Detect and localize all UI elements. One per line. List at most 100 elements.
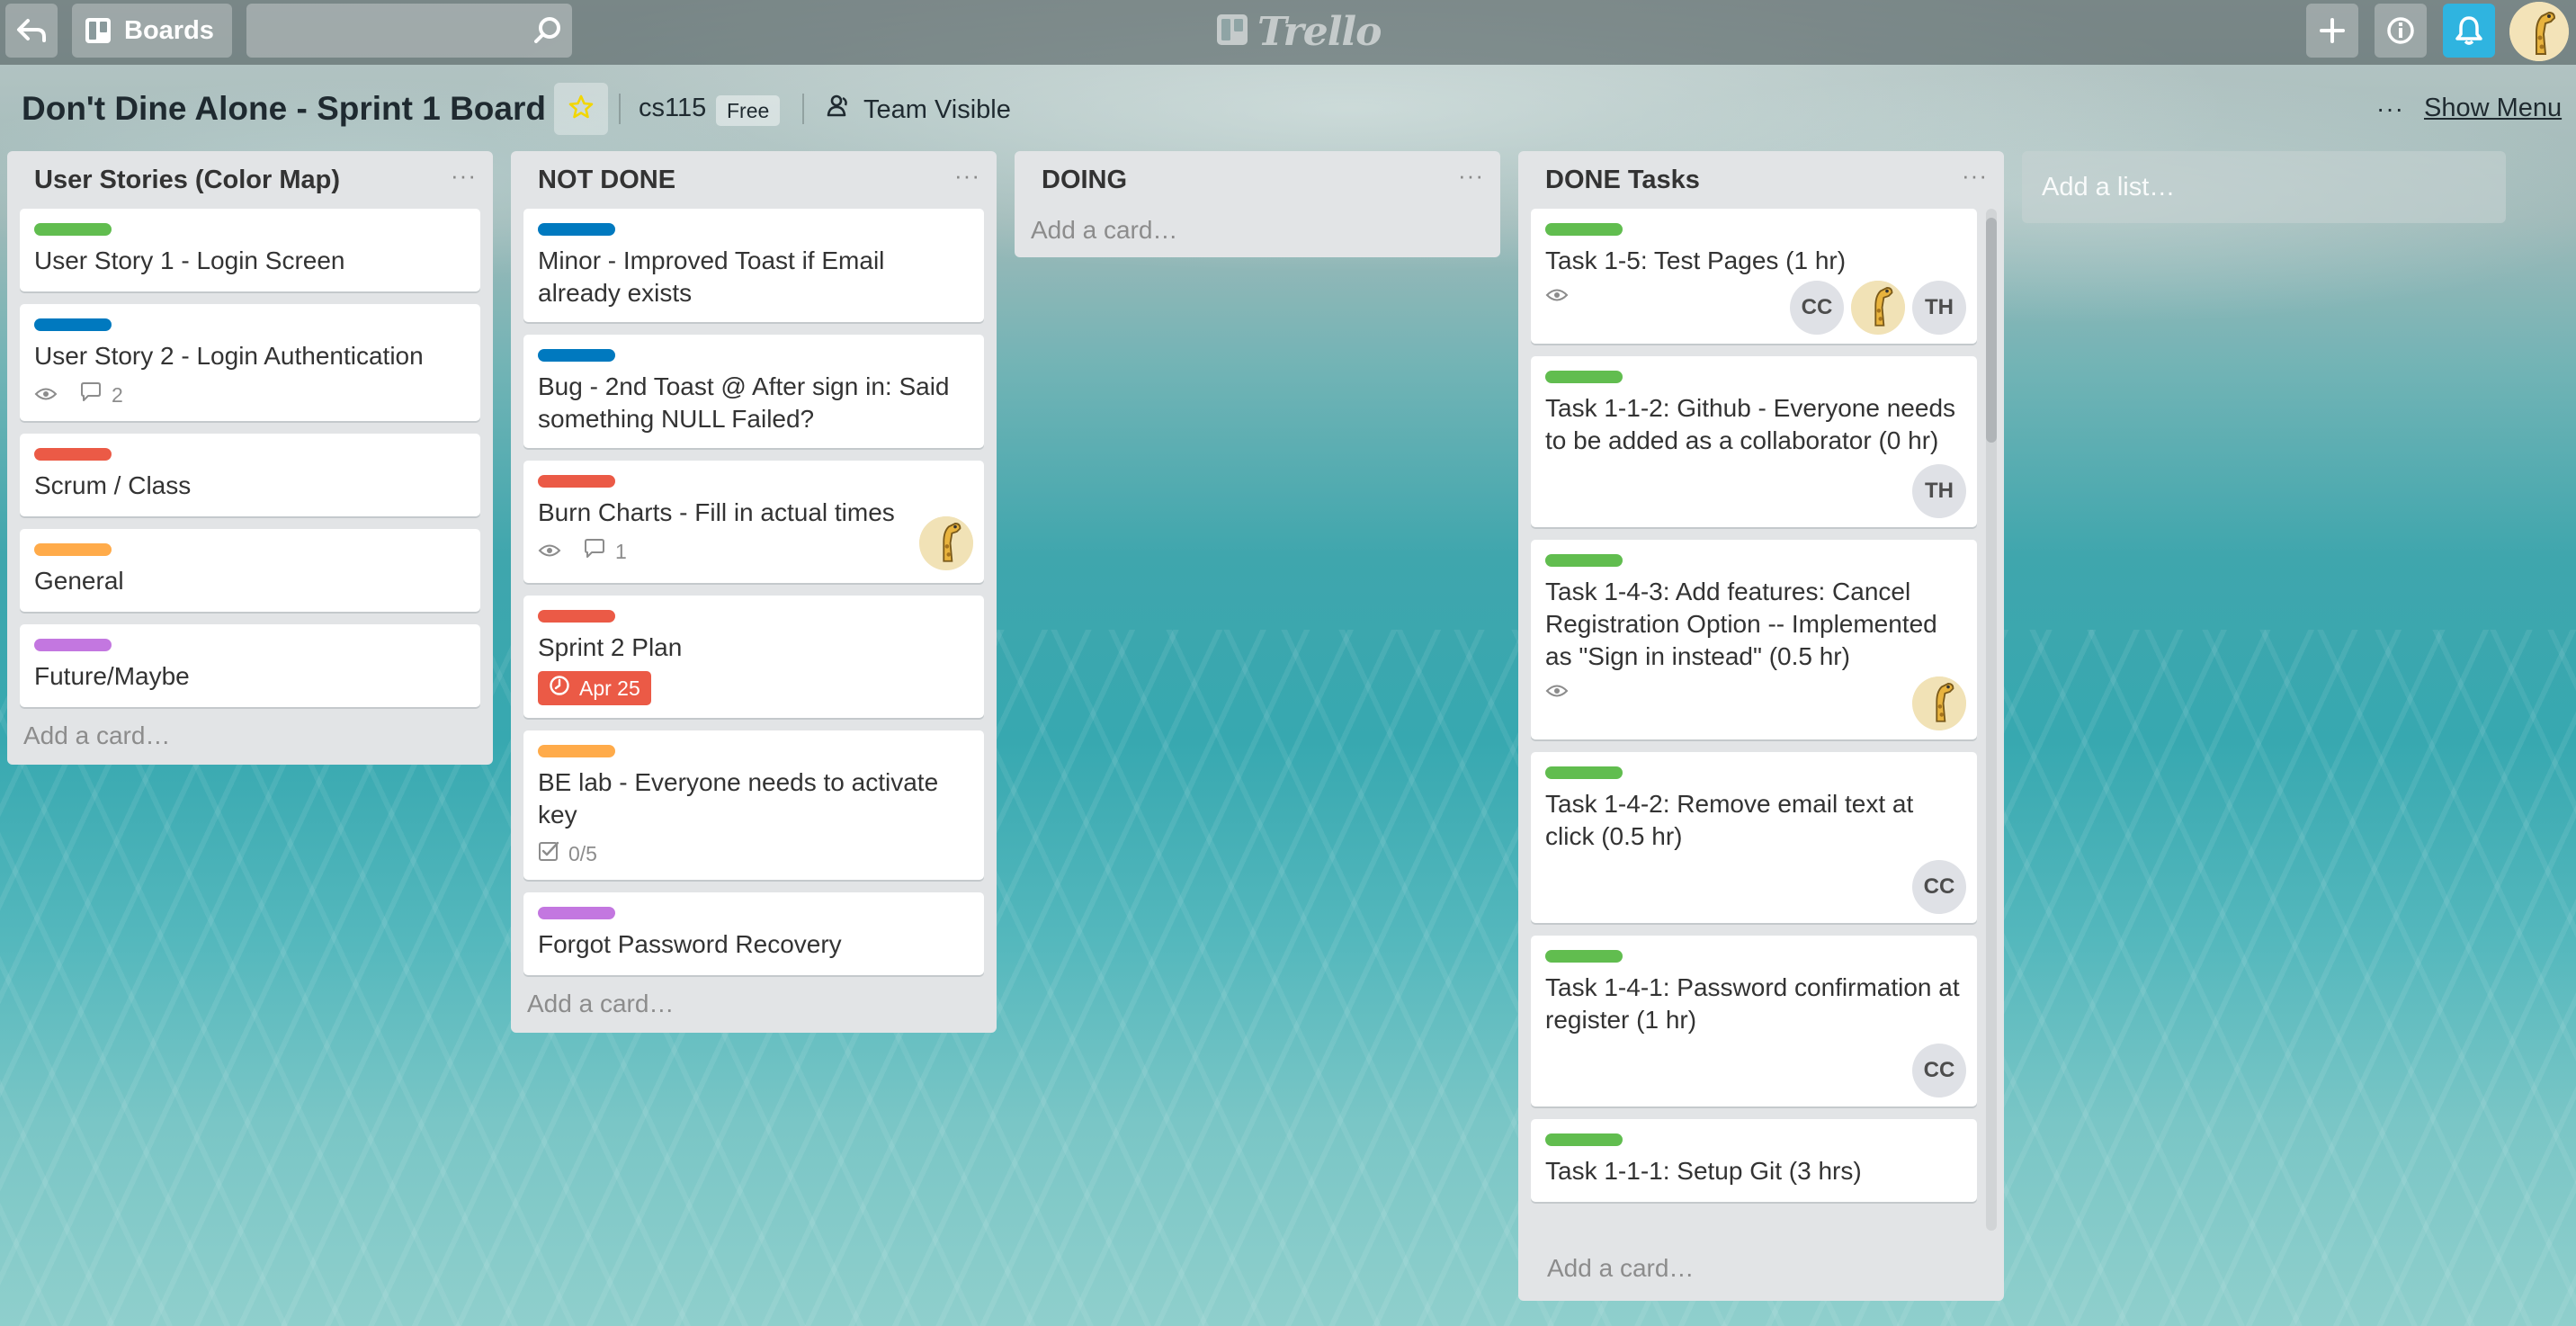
card-label-blue: [538, 223, 615, 236]
card[interactable]: User Story 1 - Login Screen: [20, 209, 480, 291]
card[interactable]: Forgot Password Recovery: [523, 892, 984, 975]
card[interactable]: Task 1-1-2: Github - Everyone needs to b…: [1531, 356, 1977, 527]
card-label-red: [34, 448, 112, 461]
search-icon[interactable]: [532, 15, 563, 46]
list-menu-icon[interactable]: ···: [954, 162, 980, 199]
card[interactable]: Task 1-4-2: Remove email text at click (…: [1531, 752, 1977, 923]
card-title: Bug - 2nd Toast @ After sign in: Said so…: [538, 372, 950, 433]
card[interactable]: General: [20, 529, 480, 612]
card-title: Sprint 2 Plan: [538, 633, 683, 661]
due-date-badge[interactable]: Apr 25: [538, 671, 651, 705]
list-title[interactable]: DOING: [1042, 166, 1127, 195]
member-avatar[interactable]: CC: [1790, 281, 1844, 335]
list-title[interactable]: DONE Tasks: [1545, 166, 1700, 195]
watch-badge: [1545, 680, 1569, 704]
card[interactable]: Scrum / Class: [20, 434, 480, 516]
back-button[interactable]: [5, 4, 58, 58]
member-avatar[interactable]: TH: [1912, 281, 1966, 335]
eye-icon: [1545, 284, 1569, 309]
card-label-green: [34, 223, 112, 236]
member-avatar[interactable]: [1912, 676, 1966, 730]
notifications-button[interactable]: [2443, 4, 2495, 58]
card-title: Task 1-1-1: Setup Git (3 hrs): [1545, 1157, 1862, 1185]
list-menu-icon[interactable]: ···: [1962, 162, 1988, 199]
card[interactable]: Task 1-4-1: Password confirmation at reg…: [1531, 936, 1977, 1106]
list-doing: DOING ··· Add a card…: [1015, 151, 1500, 257]
back-arrow-icon: [15, 17, 48, 44]
list-menu-icon[interactable]: ···: [1458, 162, 1484, 199]
visibility-button[interactable]: Team Visible: [826, 94, 1011, 126]
card[interactable]: Future/Maybe: [20, 624, 480, 707]
show-menu-button[interactable]: ··· Show Menu: [2376, 94, 2562, 123]
add-card-button[interactable]: Add a card…: [523, 975, 984, 1033]
card[interactable]: Bug - 2nd Toast @ After sign in: Said so…: [523, 335, 984, 448]
checklist-icon: [538, 840, 559, 867]
list-scrollbar[interactable]: [1986, 209, 1997, 1231]
member-avatar[interactable]: [1851, 281, 1905, 335]
board-title[interactable]: Don't Dine Alone - Sprint 1 Board: [22, 90, 546, 128]
card-label-green: [1545, 371, 1623, 383]
bell-icon: [2455, 15, 2483, 46]
team-visible-icon: [826, 94, 851, 126]
add-card-button[interactable]: Add a card…: [1531, 1238, 2004, 1299]
card[interactable]: Minor - Improved Toast if Email already …: [523, 209, 984, 322]
list-menu-icon[interactable]: ···: [451, 162, 477, 199]
list-title[interactable]: NOT DONE: [538, 166, 675, 195]
card-title: User Story 1 - Login Screen: [34, 246, 345, 274]
member-avatar[interactable]: TH: [1912, 464, 1966, 518]
trello-logo[interactable]: Trello: [1216, 5, 1382, 58]
giraffe-avatar-icon: [2509, 2, 2569, 61]
divider: [802, 94, 804, 124]
card-label-green: [1545, 766, 1623, 779]
eye-icon: [34, 383, 58, 408]
card[interactable]: Task 1-5: Test Pages (1 hr) CC TH: [1531, 209, 1977, 344]
card-title: Task 1-4-3: Add features: Cancel Registr…: [1545, 578, 1937, 670]
team-name[interactable]: cs115: [639, 94, 706, 123]
trello-logo-icon: [1216, 13, 1248, 50]
card-label-green: [1545, 1133, 1623, 1146]
add-card-button[interactable]: Add a card…: [1027, 203, 1488, 257]
add-list-button[interactable]: Add a list…: [2022, 151, 2506, 223]
card-label-green: [1545, 554, 1623, 567]
comments-badge: 2: [79, 381, 123, 408]
star-button[interactable]: [554, 83, 608, 135]
card-title: Minor - Improved Toast if Email already …: [538, 246, 885, 307]
eye-icon: [538, 540, 561, 564]
divider: [619, 94, 621, 124]
giraffe-avatar-icon: [1912, 676, 1966, 730]
search-input[interactable]: [246, 4, 516, 58]
member-avatar[interactable]: [919, 516, 973, 570]
top-bar: Boards Trello: [0, 0, 2576, 65]
card[interactable]: BE lab - Everyone needs to activate key …: [523, 730, 984, 880]
giraffe-avatar-icon: [919, 516, 973, 570]
card-label-orange: [34, 543, 112, 556]
card[interactable]: Task 1-4-3: Add features: Cancel Registr…: [1531, 540, 1977, 739]
clock-icon: [549, 675, 570, 702]
member-avatar[interactable]: CC: [1912, 860, 1966, 914]
card[interactable]: Task 1-1-1: Setup Git (3 hrs): [1531, 1119, 1977, 1202]
checklist-badge: 0/5: [538, 840, 597, 867]
card-title: Burn Charts - Fill in actual times: [538, 498, 895, 526]
comment-count: 1: [615, 539, 627, 563]
watch-badge: [1545, 284, 1569, 309]
card-label-red: [538, 475, 615, 488]
card-title: Task 1-5: Test Pages (1 hr): [1545, 246, 1847, 274]
add-button[interactable]: [2306, 4, 2358, 58]
member-avatar[interactable]: CC: [1912, 1044, 1966, 1098]
user-avatar[interactable]: [2509, 2, 2569, 61]
card-title: User Story 2 - Login Authentication: [34, 342, 424, 370]
card-title: Forgot Password Recovery: [538, 930, 842, 958]
card[interactable]: Burn Charts - Fill in actual times 1: [523, 461, 984, 583]
comment-icon: [583, 538, 606, 565]
boards-icon: [85, 17, 112, 44]
list-title[interactable]: User Stories (Color Map): [34, 166, 340, 195]
scrollbar-thumb[interactable]: [1986, 218, 1997, 443]
boards-button[interactable]: Boards: [72, 4, 232, 58]
card[interactable]: User Story 2 - Login Authentication 2: [20, 304, 480, 421]
info-button[interactable]: [2375, 4, 2427, 58]
add-card-button[interactable]: Add a card…: [20, 707, 480, 765]
due-date-text: Apr 25: [579, 676, 640, 700]
search-box[interactable]: [246, 4, 572, 58]
card[interactable]: Sprint 2 Plan Apr 25: [523, 596, 984, 718]
done-cards-scroll[interactable]: Task 1-5: Test Pages (1 hr) CC TH Task 1…: [1531, 209, 1979, 1238]
